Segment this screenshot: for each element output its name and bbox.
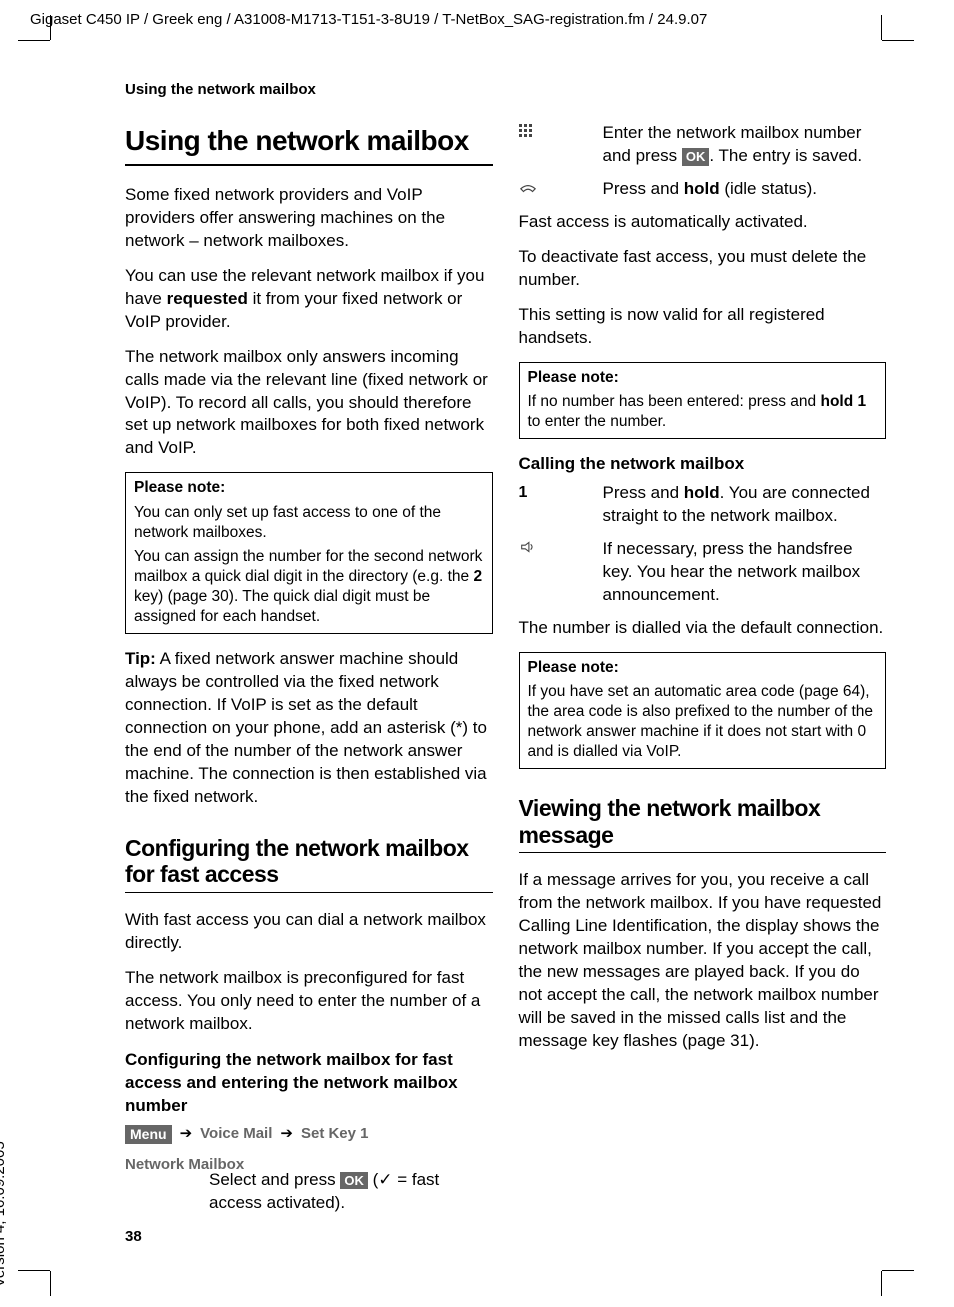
arrow-icon: ➔ xyxy=(180,1124,193,1144)
note-heading: Please note: xyxy=(134,478,484,498)
section-title: Using the network mailbox xyxy=(125,122,493,166)
key-1: 1 xyxy=(519,484,528,501)
menu-path: Menu ➔ Voice Mail ➔ Set Key 1 xyxy=(125,1124,493,1144)
para: Some fixed network providers and VoIP pr… xyxy=(125,184,493,253)
note-box: Please note: You can only set up fast ac… xyxy=(125,472,493,634)
page-number: 38 xyxy=(125,1227,142,1247)
para: You can use the relevant network mailbox… xyxy=(125,265,493,334)
left-column: Using the network mailbox Some fixed net… xyxy=(125,122,493,1226)
ok-chip: OK xyxy=(682,148,710,166)
para: With fast access you can dial a network … xyxy=(125,909,493,955)
subsection-title: Configuring the network mailbox for fast… xyxy=(125,835,493,893)
sub-heading: Configuring the network mailbox for fast… xyxy=(125,1049,493,1118)
sub-heading: Calling the network mailbox xyxy=(519,453,887,476)
keypad-icon xyxy=(519,122,589,168)
note-heading: Please note: xyxy=(528,658,878,678)
para: The network mailbox is preconfigured for… xyxy=(125,967,493,1036)
para: The number is dialled via the default co… xyxy=(519,617,887,640)
para: Fast access is automatically activated. xyxy=(519,211,887,234)
step-text: Select and press OK (✓ = fast access act… xyxy=(125,1169,493,1215)
handsfree-icon xyxy=(519,538,589,607)
step-row: Enter the network mailbox number and pre… xyxy=(519,122,887,168)
arrow-icon: ➔ xyxy=(280,1124,293,1144)
version-sidetext: Version 4, 16.09.2005 xyxy=(0,1141,10,1287)
tip-para: Tip: A fixed network answer machine shou… xyxy=(125,648,493,809)
step-row: If necessary, press the handsfree key. Y… xyxy=(519,538,887,607)
step-row: 1 Press and hold. You are connected stra… xyxy=(519,482,887,528)
note-box: Please note: If no number has been enter… xyxy=(519,362,887,439)
doc-header: Gigaset C450 IP / Greek eng / A31008-M17… xyxy=(30,10,924,30)
note-box: Please note: If you have set an automati… xyxy=(519,652,887,770)
right-column: Enter the network mailbox number and pre… xyxy=(519,122,887,1226)
check-icon: ✓ xyxy=(378,1170,392,1189)
para: This setting is now valid for all regist… xyxy=(519,304,887,350)
running-head: Using the network mailbox xyxy=(125,80,886,100)
subsection-title: Viewing the network mailbox message xyxy=(519,795,887,853)
para: If a message arrives for you, you receiv… xyxy=(519,869,887,1053)
ok-chip: OK xyxy=(340,1172,368,1190)
hangup-icon xyxy=(519,178,589,201)
step-row: Press and hold (idle status). xyxy=(519,178,887,201)
menu-chip: Menu xyxy=(125,1125,172,1143)
note-heading: Please note: xyxy=(528,368,878,388)
para: The network mailbox only answers incomin… xyxy=(125,346,493,461)
para: To deactivate fast access, you must dele… xyxy=(519,246,887,292)
